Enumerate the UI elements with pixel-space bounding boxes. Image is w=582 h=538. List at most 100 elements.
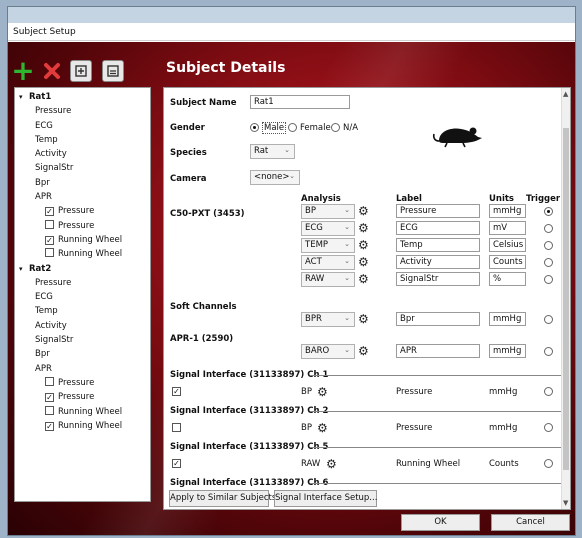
gear-icon[interactable]: ⚙: [358, 273, 370, 285]
tree-channel-item[interactable]: ECG: [19, 290, 150, 304]
gear-icon[interactable]: ⚙: [358, 205, 370, 217]
analysis-select[interactable]: BP ⌄: [301, 204, 355, 219]
tree-apr-channel-item[interactable]: ✓ Pressure: [19, 204, 150, 218]
channel-units-input[interactable]: Counts: [489, 255, 526, 269]
tree-apr-channel-item[interactable]: Running Wheel: [19, 247, 150, 261]
details-scrollbar[interactable]: ▲ ▼: [561, 88, 570, 509]
analysis-select[interactable]: RAW ⌄: [301, 272, 355, 287]
species-select[interactable]: Rat ⌄: [250, 144, 295, 159]
channel-label-input[interactable]: ECG: [396, 221, 480, 235]
gender-female-radio[interactable]: [288, 123, 297, 132]
trigger-radio[interactable]: [544, 207, 553, 216]
scroll-thumb[interactable]: [563, 128, 569, 470]
channel-units-input[interactable]: mmHg: [489, 312, 526, 326]
tree-channel-item[interactable]: Temp: [19, 304, 150, 318]
tree-apr-channel-item[interactable]: ✓ Running Wheel: [19, 419, 150, 433]
add-subject-button[interactable]: +: [11, 57, 34, 85]
tree-channel-item[interactable]: APR: [19, 190, 150, 204]
channel-units-input[interactable]: mmHg: [489, 204, 526, 218]
gender-male-radio[interactable]: [250, 123, 259, 132]
tree-channel-item[interactable]: Bpr: [19, 176, 150, 190]
channel-label-input[interactable]: SignalStr: [396, 272, 480, 286]
trigger-radio[interactable]: [544, 423, 553, 432]
ok-button[interactable]: OK: [401, 514, 480, 531]
chevron-down-icon: ⌄: [344, 274, 350, 282]
cancel-button[interactable]: Cancel: [491, 514, 570, 531]
tree-expand-icon[interactable]: ▾: [19, 90, 29, 104]
trigger-radio[interactable]: [544, 258, 553, 267]
signal-interface-checkbox[interactable]: ✓: [172, 387, 181, 396]
channel-units-input[interactable]: %: [489, 272, 526, 286]
tree-channel-checkbox[interactable]: [45, 376, 54, 386]
tree-channel-item[interactable]: Activity: [19, 319, 150, 333]
channel-units-input[interactable]: mV: [489, 221, 526, 235]
tree-channel-checkbox[interactable]: ✓: [45, 421, 54, 431]
analysis-select[interactable]: ACT ⌄: [301, 255, 355, 270]
tree-apr-channel-item[interactable]: Pressure: [19, 376, 150, 390]
delete-subject-button[interactable]: [41, 60, 63, 82]
analysis-select[interactable]: BPR ⌄: [301, 312, 355, 327]
tree-channel-checkbox[interactable]: [45, 219, 54, 229]
gear-icon[interactable]: ⚙: [317, 422, 329, 434]
tree-apr-channel-item[interactable]: ✓ Running Wheel: [19, 233, 150, 247]
signal-interface-checkbox[interactable]: [172, 423, 181, 432]
gear-icon[interactable]: ⚙: [358, 345, 370, 357]
scroll-up-icon[interactable]: ▲: [563, 90, 568, 98]
gear-icon[interactable]: ⚙: [358, 239, 370, 251]
channel-units-input[interactable]: mmHg: [489, 344, 526, 358]
duplicate-subject-button[interactable]: [70, 60, 92, 82]
tree-apr-channel-item[interactable]: Running Wheel: [19, 405, 150, 419]
gear-icon[interactable]: ⚙: [358, 256, 370, 268]
tree-channel-item[interactable]: Bpr: [19, 347, 150, 361]
tree-channel-checkbox[interactable]: [45, 248, 54, 258]
trigger-radio[interactable]: [544, 224, 553, 233]
tree-channel-item[interactable]: Pressure: [19, 104, 150, 118]
channel-label-input[interactable]: Activity: [396, 255, 480, 269]
tree-apr-channel-label: Pressure: [58, 220, 95, 231]
trigger-radio[interactable]: [544, 459, 553, 468]
gear-icon[interactable]: ⚙: [317, 386, 329, 398]
channel-units-input[interactable]: Celsius: [489, 238, 526, 252]
tree-subject-0[interactable]: ▾ Rat1: [19, 90, 150, 104]
trigger-radio[interactable]: [544, 347, 553, 356]
tree-channel-item[interactable]: Temp: [19, 133, 150, 147]
tree-channel-item[interactable]: Pressure: [19, 276, 150, 290]
tree-channel-item[interactable]: SignalStr: [19, 333, 150, 347]
gear-icon[interactable]: ⚙: [358, 222, 370, 234]
tree-subject-1[interactable]: ▾ Rat2: [19, 262, 150, 276]
tree-channel-checkbox[interactable]: ✓: [45, 393, 54, 403]
analysis-select[interactable]: ECG ⌄: [301, 221, 355, 236]
tree-apr-channel-item[interactable]: ✓ Pressure: [19, 390, 150, 404]
trigger-radio[interactable]: [544, 315, 553, 324]
channel-label-input[interactable]: Bpr: [396, 312, 480, 326]
trigger-radio[interactable]: [544, 387, 553, 396]
trigger-radio[interactable]: [544, 241, 553, 250]
analysis-select[interactable]: TEMP ⌄: [301, 238, 355, 253]
gender-na-label: N/A: [343, 123, 359, 133]
signal-interface-setup-button[interactable]: Signal Interface Setup...: [274, 490, 377, 507]
channel-label-input[interactable]: APR: [396, 344, 480, 358]
tree-expand-icon[interactable]: ▾: [19, 262, 29, 276]
channel-label-input[interactable]: Pressure: [396, 204, 480, 218]
tree-channel-checkbox[interactable]: [45, 405, 54, 415]
gender-na-radio[interactable]: [331, 123, 340, 132]
gear-icon[interactable]: ⚙: [326, 458, 338, 470]
camera-select[interactable]: <none> ⌄: [250, 170, 300, 185]
scroll-down-icon[interactable]: ▼: [563, 499, 568, 507]
trigger-radio[interactable]: [544, 275, 553, 284]
tree-channel-item[interactable]: Activity: [19, 147, 150, 161]
tree-channel-item[interactable]: ECG: [19, 119, 150, 133]
subject-tree[interactable]: ▾ Rat1 Pressure ECG Temp Activity SignalStr Bpr…: [14, 87, 151, 502]
channel-label-input[interactable]: Temp: [396, 238, 480, 252]
tree-channel-item[interactable]: APR: [19, 362, 150, 376]
tree-channel-checkbox[interactable]: ✓: [45, 207, 54, 217]
apply-to-similar-subjects-button[interactable]: Apply to Similar Subjects: [169, 490, 276, 507]
tree-channel-item[interactable]: SignalStr: [19, 161, 150, 175]
tree-apr-channel-item[interactable]: Pressure: [19, 219, 150, 233]
gear-icon[interactable]: ⚙: [358, 313, 370, 325]
analysis-select[interactable]: BARO ⌄: [301, 344, 355, 359]
import-subject-button[interactable]: [102, 60, 124, 82]
signal-interface-checkbox[interactable]: ✓: [172, 459, 181, 468]
tree-channel-checkbox[interactable]: ✓: [45, 235, 54, 245]
subject-name-input[interactable]: Rat1: [250, 95, 350, 109]
